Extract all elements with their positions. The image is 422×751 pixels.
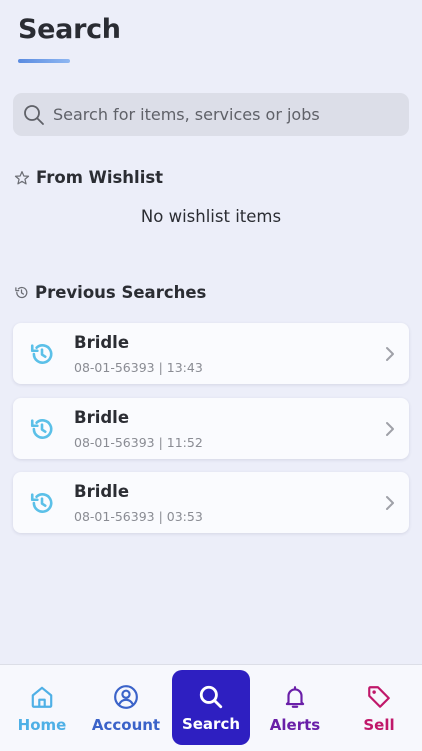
- search-icon: [199, 685, 223, 709]
- history-icon: [30, 419, 53, 439]
- wishlist-header: From Wishlist: [14, 168, 163, 187]
- bottom-nav: Home Account Search Alerts Sell: [0, 664, 422, 751]
- chevron-right-icon: [386, 496, 394, 510]
- bell-icon: [285, 686, 305, 708]
- previous-search-title: Bridle: [74, 333, 130, 352]
- nav-sell-label: Sell: [363, 716, 395, 734]
- tag-icon: [368, 686, 390, 708]
- wishlist-empty-text: No wishlist items: [140, 207, 282, 226]
- chevron-right-icon: [386, 347, 394, 361]
- nav-home[interactable]: Home: [0, 665, 84, 751]
- history-icon: [30, 344, 53, 364]
- previous-search-title: Bridle: [74, 482, 130, 501]
- chevron-right-icon: [386, 422, 394, 436]
- nav-account[interactable]: Account: [84, 665, 168, 751]
- nav-home-label: Home: [17, 716, 67, 734]
- user-icon: [114, 685, 138, 709]
- previous-search-item[interactable]: Bridle 08-01-56393 | 11:52: [13, 398, 409, 459]
- nav-search-label: Search: [181, 715, 241, 733]
- history-icon: [15, 286, 28, 299]
- previous-search-title: Bridle: [74, 408, 130, 427]
- nav-alerts[interactable]: Alerts: [253, 665, 337, 751]
- previous-search-item[interactable]: Bridle 08-01-56393 | 13:43: [13, 323, 409, 384]
- star-icon: [14, 170, 30, 184]
- previous-search-item[interactable]: Bridle 08-01-56393 | 03:53: [13, 472, 409, 533]
- nav-search[interactable]: Search: [172, 670, 250, 745]
- previous-search-date: 08-01-56393 | 13:43: [74, 360, 203, 375]
- search-bar[interactable]: [13, 93, 409, 136]
- nav-account-label: Account: [91, 716, 161, 734]
- home-icon: [31, 686, 53, 708]
- history-icon: [30, 493, 53, 513]
- previous-searches-header: Previous Searches: [14, 283, 206, 302]
- nav-alerts-label: Alerts: [269, 716, 321, 734]
- page-title: Search: [18, 14, 121, 45]
- wishlist-heading: From Wishlist: [36, 168, 164, 187]
- nav-sell[interactable]: Sell: [337, 665, 421, 751]
- previous-search-date: 08-01-56393 | 11:52: [74, 435, 203, 450]
- title-underline: [18, 59, 70, 63]
- previous-searches-heading: Previous Searches: [35, 283, 207, 302]
- search-icon: [24, 104, 44, 125]
- search-input[interactable]: [53, 105, 393, 124]
- previous-search-date: 08-01-56393 | 03:53: [74, 509, 203, 524]
